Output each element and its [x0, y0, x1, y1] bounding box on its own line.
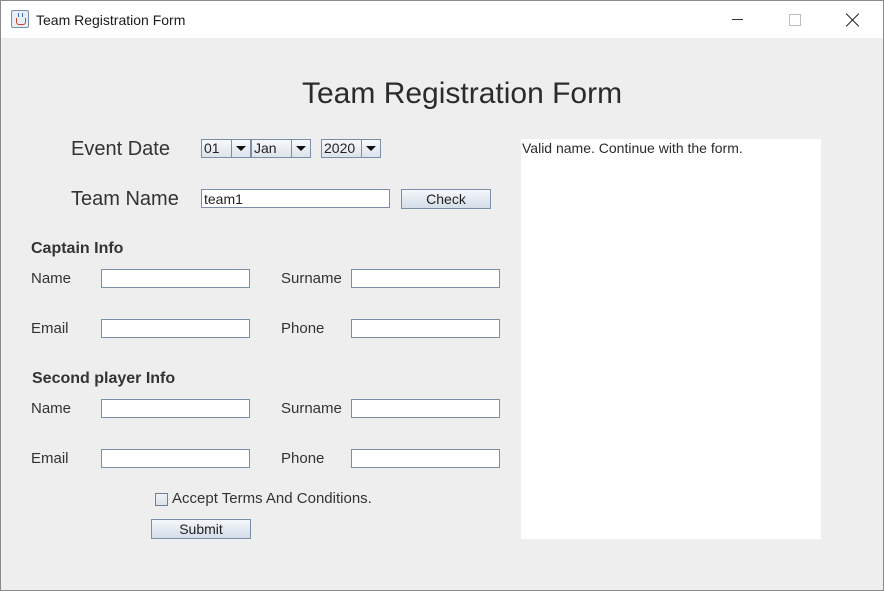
year-value: 2020: [322, 140, 361, 157]
player2-phone-label: Phone: [281, 450, 325, 467]
app-window: Team Registration Form Team Registration…: [0, 0, 884, 591]
team-name-label: Team Name: [71, 188, 179, 210]
minimize-icon: [731, 19, 743, 20]
chevron-down-icon[interactable]: [291, 140, 310, 157]
close-icon: [846, 13, 860, 27]
maximize-button[interactable]: [772, 1, 818, 38]
check-button[interactable]: Check: [401, 189, 491, 209]
message-area[interactable]: Valid name. Continue with the form.: [521, 139, 821, 539]
captain-phone-label: Phone: [281, 320, 325, 337]
chevron-down-icon[interactable]: [361, 140, 380, 157]
captain-phone-input[interactable]: [351, 319, 500, 338]
captain-surname-label: Surname: [281, 270, 342, 287]
captain-surname-input[interactable]: [351, 269, 500, 288]
month-value: Jan: [252, 140, 291, 157]
player2-email-label: Email: [31, 450, 69, 467]
maximize-icon: [789, 13, 801, 26]
event-date-label: Event Date: [71, 138, 170, 160]
form-heading: Team Registration Form: [302, 77, 623, 110]
player2-phone-input[interactable]: [351, 449, 500, 468]
day-value: 01: [202, 140, 231, 157]
terms-label[interactable]: Accept Terms And Conditions.: [172, 490, 372, 507]
player2-name-label: Name: [31, 400, 72, 417]
captain-info-title: Captain Info: [31, 240, 124, 257]
title-bar[interactable]: Team Registration Form: [1, 1, 883, 38]
captain-name-label: Name: [31, 270, 72, 287]
submit-button[interactable]: Submit: [151, 519, 251, 539]
java-icon: [11, 10, 29, 28]
player2-surname-label: Surname: [281, 400, 342, 417]
team-name-input[interactable]: [201, 189, 390, 208]
captain-name-input[interactable]: [101, 269, 250, 288]
month-select[interactable]: Jan: [251, 139, 311, 158]
day-select[interactable]: 01: [201, 139, 251, 158]
close-button[interactable]: [830, 1, 876, 38]
captain-email-label: Email: [31, 320, 69, 337]
window-title: Team Registration Form: [36, 12, 186, 28]
minimize-button[interactable]: [714, 1, 760, 38]
year-select[interactable]: 2020: [321, 139, 381, 158]
form-panel: Team Registration Form Event Date 01 Jan…: [1, 38, 883, 590]
chevron-down-icon[interactable]: [231, 140, 250, 157]
second-player-info-title: Second player Info: [32, 370, 176, 387]
player2-email-input[interactable]: [101, 449, 250, 468]
status-message: Valid name. Continue with the form.: [522, 140, 743, 156]
player2-surname-input[interactable]: [351, 399, 500, 418]
player2-name-input[interactable]: [101, 399, 250, 418]
captain-email-input[interactable]: [101, 319, 250, 338]
terms-checkbox[interactable]: [155, 493, 168, 506]
